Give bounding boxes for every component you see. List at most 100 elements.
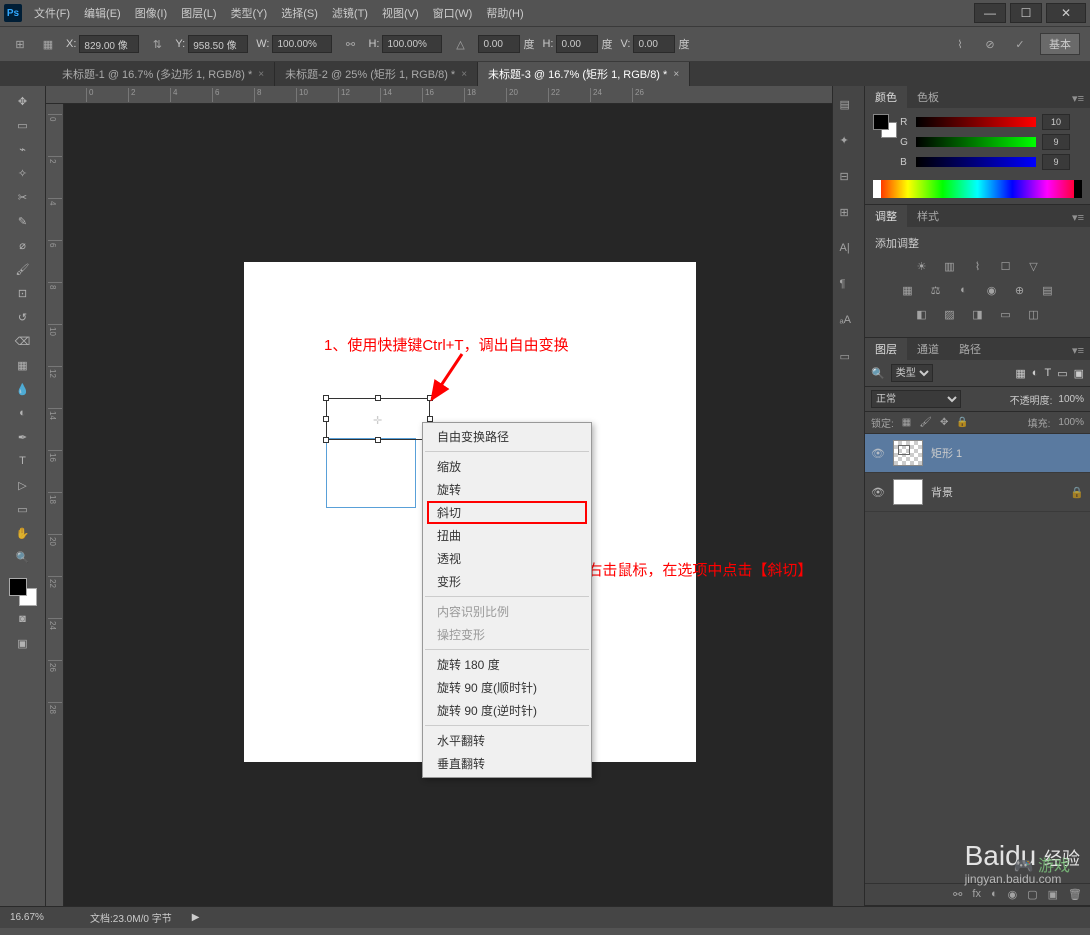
layer-thumbnail[interactable] [893, 440, 923, 466]
gradient-tool-icon[interactable]: ▦ [12, 354, 34, 376]
lock-position-icon[interactable]: ✥ [940, 417, 948, 428]
balance-icon[interactable]: ⚖ [927, 281, 945, 299]
panel-menu-icon[interactable]: ▾≡ [1066, 89, 1090, 108]
pen-tool-icon[interactable]: ✒ [12, 426, 34, 448]
brushes-panel-icon[interactable]: ⊞ [840, 206, 858, 224]
filter-kind-icon[interactable]: 🔍 [871, 367, 885, 380]
transform-handle[interactable] [375, 395, 381, 401]
invert-icon[interactable]: ◧ [913, 305, 931, 323]
stamp-tool-icon[interactable]: ⊡ [12, 282, 34, 304]
transform-handle[interactable] [323, 416, 329, 422]
panel-menu-icon[interactable]: ▾≡ [1066, 341, 1090, 360]
r-value[interactable]: 10 [1042, 114, 1070, 130]
canvas-viewport[interactable]: ✛ 1、使用快捷键Ctrl+T，调出自由变换 2、右击鼠标，在选项中点击【斜切】… [64, 104, 832, 906]
menu-item[interactable]: 文件(F) [30, 3, 74, 23]
layer-filter-select[interactable]: 类型 [891, 364, 933, 382]
selective-icon[interactable]: ◫ [1025, 305, 1043, 323]
free-transform-box[interactable]: ✛ [326, 398, 430, 440]
context-menu-item[interactable]: 旋转 90 度(逆时针) [423, 699, 591, 722]
tab-channels[interactable]: 通道 [907, 338, 949, 360]
filter-shape-icon[interactable]: ▭ [1057, 367, 1067, 380]
tab-color[interactable]: 颜色 [865, 86, 907, 108]
zoom-tool-icon[interactable]: 🔍 [12, 546, 34, 568]
context-menu-item[interactable]: 扭曲 [423, 524, 591, 547]
y-input[interactable] [188, 35, 248, 53]
b-slider[interactable] [916, 157, 1036, 167]
layer-fx-icon[interactable]: fx [972, 888, 981, 901]
fill-value[interactable]: 100% [1058, 417, 1084, 428]
tab-paths[interactable]: 路径 [949, 338, 991, 360]
angle-input[interactable] [478, 35, 520, 53]
info-panel-icon[interactable]: ▭ [840, 350, 858, 368]
filter-smart-icon[interactable]: ▣ [1074, 367, 1084, 380]
character-panel-icon[interactable]: A| [840, 242, 858, 260]
move-tool-icon[interactable]: ✥ [12, 90, 34, 112]
bw-icon[interactable]: ◐ [955, 281, 973, 299]
r-slider[interactable] [916, 117, 1036, 127]
menu-item[interactable]: 选择(S) [277, 3, 322, 23]
blur-tool-icon[interactable]: 💧 [12, 378, 34, 400]
close-button[interactable]: ✕ [1046, 3, 1086, 23]
layer-row[interactable]: 👁 矩形 1 [865, 434, 1090, 473]
new-fill-icon[interactable]: ◉ [1008, 888, 1018, 901]
reference-point-icon[interactable]: ▦ [38, 34, 58, 54]
x-input[interactable] [79, 35, 139, 53]
color-swatch-mini[interactable] [873, 114, 897, 138]
minimize-button[interactable]: — [974, 3, 1006, 23]
transform-handle[interactable] [375, 437, 381, 443]
layer-thumbnail[interactable] [893, 479, 923, 505]
swap-xy-icon[interactable]: ⇅ [147, 34, 167, 54]
marquee-tool-icon[interactable]: ▭ [12, 114, 34, 136]
path-select-tool-icon[interactable]: ▷ [12, 474, 34, 496]
lock-pixels-icon[interactable]: 🖌 [919, 417, 932, 428]
document-tab[interactable]: 未标题-1 @ 16.7% (多边形 1, RGB/8) *× [52, 62, 275, 86]
menu-item[interactable]: 滤镜(T) [328, 3, 372, 23]
menu-item[interactable]: 图层(L) [177, 3, 220, 23]
filter-pixel-icon[interactable]: ▦ [1015, 367, 1025, 380]
posterize-icon[interactable]: ▨ [941, 305, 959, 323]
brightness-icon[interactable]: ☀ [913, 257, 931, 275]
tab-layers[interactable]: 图层 [865, 338, 907, 360]
tab-close-icon[interactable]: × [461, 69, 467, 80]
context-menu-item[interactable]: 旋转 90 度(顺时针) [423, 676, 591, 699]
glyphs-panel-icon[interactable]: ₐA [840, 314, 858, 332]
warp-icon[interactable]: ⌇ [950, 34, 970, 54]
commit-transform-icon[interactable]: ✓ [1010, 34, 1030, 54]
blend-mode-select[interactable]: 正常 [871, 390, 961, 408]
lasso-tool-icon[interactable]: ⌁ [12, 138, 34, 160]
h-input[interactable] [382, 35, 442, 53]
context-menu-item[interactable]: 旋转 180 度 [423, 653, 591, 676]
levels-icon[interactable]: ▥ [941, 257, 959, 275]
context-menu-item[interactable]: 垂直翻转 [423, 752, 591, 775]
hand-tool-icon[interactable]: ✋ [12, 522, 34, 544]
paragraph-panel-icon[interactable]: ¶ [840, 278, 858, 296]
threshold-icon[interactable]: ◨ [969, 305, 987, 323]
gradient-map-icon[interactable]: ▭ [997, 305, 1015, 323]
tab-styles[interactable]: 样式 [907, 205, 949, 227]
photo-filter-icon[interactable]: ◉ [983, 281, 1001, 299]
link-wh-icon[interactable]: ⚯ [340, 34, 360, 54]
visibility-icon[interactable]: 👁 [871, 447, 885, 460]
tab-close-icon[interactable]: × [673, 69, 679, 80]
w-input[interactable] [272, 35, 332, 53]
context-menu-item[interactable]: 透视 [423, 547, 591, 570]
menu-item[interactable]: 编辑(E) [80, 3, 125, 23]
transform-ref-icon[interactable]: ⊞ [10, 34, 30, 54]
maximize-button[interactable]: ☐ [1010, 3, 1042, 23]
document-tab[interactable]: 未标题-2 @ 25% (矩形 1, RGB/8) *× [275, 62, 478, 86]
lut-icon[interactable]: ▤ [1039, 281, 1057, 299]
hue-icon[interactable]: ▦ [899, 281, 917, 299]
context-menu-item[interactable]: 旋转 [423, 478, 591, 501]
healing-tool-icon[interactable]: ⌀ [12, 234, 34, 256]
zoom-value[interactable]: 16.67% [10, 912, 70, 923]
skew-h-input[interactable] [556, 35, 598, 53]
actions-panel-icon[interactable]: ✦ [840, 134, 858, 152]
brush-tool-icon[interactable]: 🖌 [12, 258, 34, 280]
magic-wand-tool-icon[interactable]: ✧ [12, 162, 34, 184]
vibrance-icon[interactable]: ▽ [1025, 257, 1043, 275]
tab-adjustments[interactable]: 调整 [865, 205, 907, 227]
menu-item[interactable]: 类型(Y) [227, 3, 272, 23]
shape-tool-icon[interactable]: ▭ [12, 498, 34, 520]
properties-panel-icon[interactable]: ⊟ [840, 170, 858, 188]
context-menu-item[interactable]: 斜切 [427, 501, 587, 524]
